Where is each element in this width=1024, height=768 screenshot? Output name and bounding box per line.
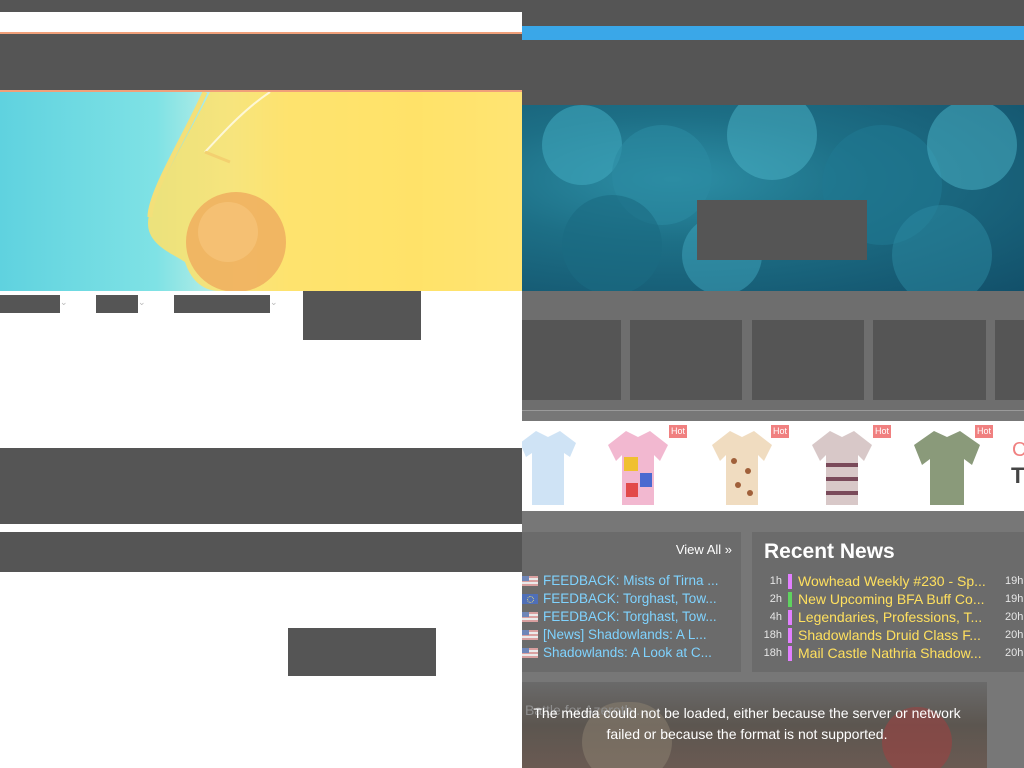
eu-flag-icon xyxy=(522,594,538,604)
news-title[interactable]: Shadowlands Druid Class F... xyxy=(798,626,981,644)
news-time: 1h xyxy=(769,575,782,587)
news-title[interactable]: Legendaries, Professions, T... xyxy=(798,608,982,626)
news-time: 18h xyxy=(763,629,782,641)
nav-placeholder-3[interactable] xyxy=(174,295,270,313)
news-time: 18h xyxy=(763,647,782,659)
news-time-secondary: 19h xyxy=(1005,593,1024,605)
news-time: 4h xyxy=(769,611,782,623)
list-item[interactable]: 18h Shadowlands Druid Class F... 20h xyxy=(752,626,1024,644)
us-flag-icon xyxy=(522,576,538,586)
left-content-placeholder-2 xyxy=(0,532,522,572)
shirt-image[interactable] xyxy=(810,427,874,507)
chevron-down-icon: ⌄ xyxy=(60,298,68,308)
news-list: 1h Wowhead Weekly #230 - Sp... 19h 2h Ne… xyxy=(752,572,1024,662)
shirt-image[interactable] xyxy=(522,427,578,507)
news-time-secondary: 20h xyxy=(1005,629,1024,641)
video-player[interactable]: Battle for Azeroth ... The media could n… xyxy=(522,682,987,768)
list-item[interactable]: 18h Mail Castle Nathria Shadow... 20h xyxy=(752,644,1024,662)
list-item[interactable]: 1h Wowhead Weekly #230 - Sp... 19h xyxy=(752,572,1024,590)
list-item[interactable]: 4h Legendaries, Professions, T... 20h xyxy=(752,608,1024,626)
media-error-message: The media could not be loaded, either be… xyxy=(533,705,961,742)
list-item[interactable]: FEEDBACK: Torghast, Tow... xyxy=(522,608,719,626)
forum-post-title[interactable]: FEEDBACK: Mists of Tirna ... xyxy=(543,573,719,588)
us-flag-icon xyxy=(522,612,538,622)
right-hero-image xyxy=(522,105,1024,291)
shirt-image[interactable] xyxy=(912,427,982,507)
hot-badge: Hot xyxy=(975,425,993,438)
forum-posts-panel: View All » FEEDBACK: Mists of Tirna ... … xyxy=(522,532,741,672)
ad-edge-text: C xyxy=(1012,439,1024,461)
news-title[interactable]: Wowhead Weekly #230 - Sp... xyxy=(798,572,986,590)
nav-placeholder-4[interactable] xyxy=(303,291,421,340)
forum-post-title[interactable]: [News] Shadowlands: A L... xyxy=(543,627,707,642)
left-top-strip xyxy=(0,12,522,32)
thumbnail-card[interactable] xyxy=(752,320,864,400)
hot-badge: Hot xyxy=(873,425,891,438)
left-top-bar xyxy=(0,0,522,12)
hero-cta-placeholder[interactable] xyxy=(697,200,867,260)
list-item[interactable]: FEEDBACK: Torghast, Tow... xyxy=(522,590,719,608)
us-flag-icon xyxy=(522,630,538,640)
forum-list: FEEDBACK: Mists of Tirna ... FEEDBACK: T… xyxy=(522,572,719,662)
right-accent-line xyxy=(522,26,1024,40)
news-time-secondary: 20h xyxy=(1005,647,1024,659)
nav-placeholder-1[interactable] xyxy=(0,295,60,313)
category-marker xyxy=(788,574,792,589)
category-marker xyxy=(788,646,792,661)
shirt-ad-strip[interactable]: Hot Hot Hot Hot C T xyxy=(522,421,1024,511)
shirt-image[interactable] xyxy=(710,427,774,507)
news-time-secondary: 19h xyxy=(1005,575,1024,587)
list-item[interactable]: Shadowlands: A Look at C... xyxy=(522,644,719,662)
list-item[interactable]: FEEDBACK: Mists of Tirna ... xyxy=(522,572,719,590)
right-header-placeholder xyxy=(522,40,1024,105)
forum-post-title[interactable]: Shadowlands: A Look at C... xyxy=(543,645,712,660)
left-button-placeholder[interactable] xyxy=(288,628,436,676)
chevron-down-icon: ⌄ xyxy=(138,298,146,308)
list-item[interactable]: [News] Shadowlands: A L... xyxy=(522,626,719,644)
view-all-link[interactable]: View All » xyxy=(676,542,732,557)
category-marker xyxy=(788,628,792,643)
left-header-placeholder xyxy=(0,34,522,90)
category-marker xyxy=(788,592,792,607)
divider xyxy=(522,410,1024,411)
hot-badge: Hot xyxy=(771,425,789,438)
thumbnail-card[interactable] xyxy=(995,320,1024,400)
ad-edge-text: T xyxy=(1011,463,1024,488)
thumbnail-card[interactable] xyxy=(873,320,986,400)
list-item[interactable]: 2h New Upcoming BFA Buff Co... 19h xyxy=(752,590,1024,608)
news-title[interactable]: Mail Castle Nathria Shadow... xyxy=(798,644,982,662)
news-time-secondary: 20h xyxy=(1005,611,1024,623)
news-time: 2h xyxy=(769,593,782,605)
category-marker xyxy=(788,610,792,625)
right-top-bar xyxy=(522,0,1024,26)
news-title[interactable]: New Upcoming BFA Buff Co... xyxy=(798,590,985,608)
hot-badge: Hot xyxy=(669,425,687,438)
recent-news-panel: Recent News 1h Wowhead Weekly #230 - Sp.… xyxy=(752,532,1024,672)
section-title: Recent News xyxy=(764,540,895,563)
left-hero-image xyxy=(0,92,522,291)
chevron-down-icon: ⌄ xyxy=(270,298,278,308)
thumbnail-card[interactable] xyxy=(630,320,742,400)
us-flag-icon xyxy=(522,648,538,658)
nav-placeholder-2[interactable] xyxy=(96,295,138,313)
forum-post-title[interactable]: FEEDBACK: Torghast, Tow... xyxy=(543,591,717,606)
left-content-placeholder-1 xyxy=(0,448,522,524)
shirt-image[interactable] xyxy=(606,427,670,507)
thumbnail-card[interactable] xyxy=(522,320,621,400)
forum-post-title[interactable]: FEEDBACK: Torghast, Tow... xyxy=(543,609,717,624)
